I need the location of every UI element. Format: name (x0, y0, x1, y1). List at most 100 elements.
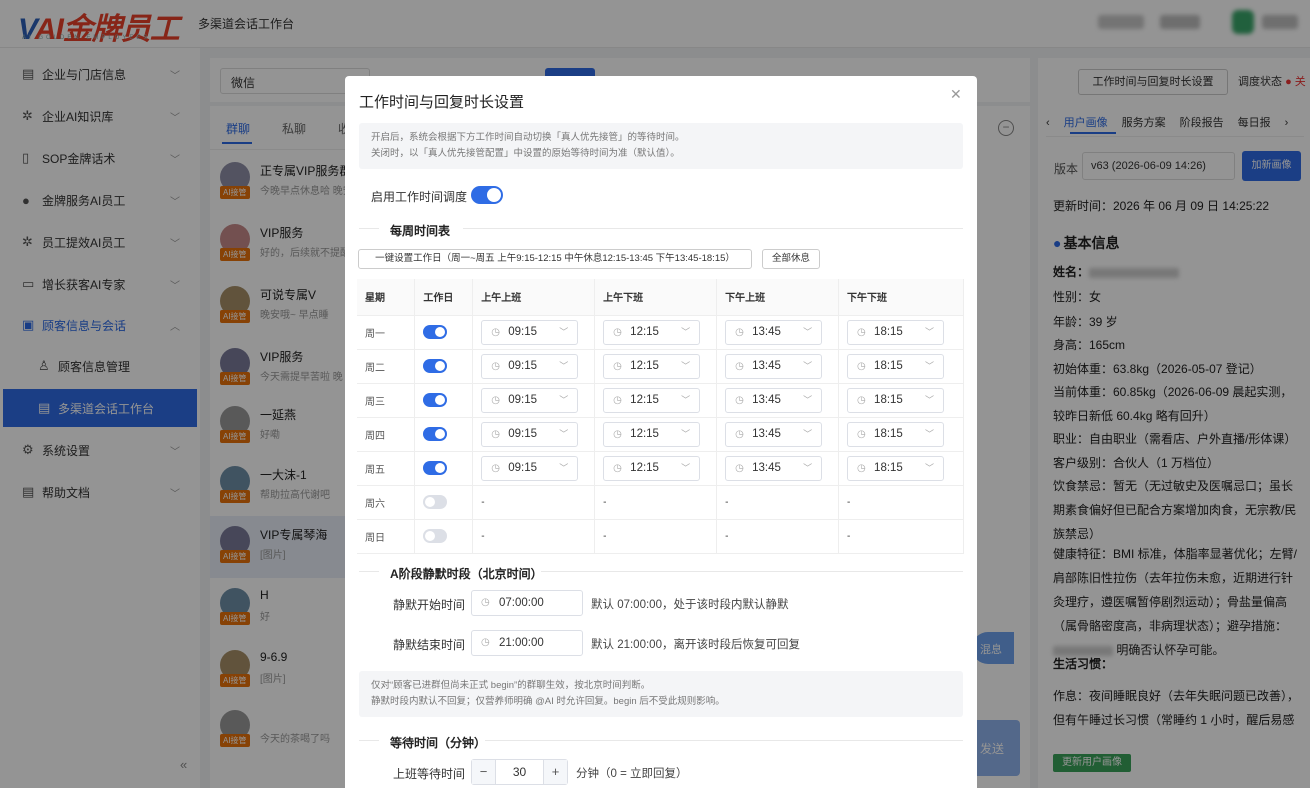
chevron-down-icon: ﹀ (559, 394, 569, 405)
workday-toggle[interactable] (423, 529, 448, 543)
col-header-day: 星期 (357, 279, 416, 316)
time-picker[interactable]: ◷ 12:15 ﹀ (603, 455, 701, 481)
clock-icon: ◷ (613, 360, 622, 372)
workday-toggle[interactable] (423, 427, 448, 441)
note-box: 仅对“顾客已进群但尚未正式 begin”的群聊生效，按北京时间判断。 静默时段内… (359, 671, 963, 717)
clock-icon: ◷ (735, 326, 744, 338)
divider (541, 571, 963, 572)
clock-icon: ◷ (491, 394, 500, 406)
workday-toggle[interactable] (423, 393, 448, 407)
time-picker[interactable]: ◷ 13:45 ﹀ (725, 455, 823, 481)
quiet-start-input[interactable]: ◷ 07:00:00 (471, 590, 583, 616)
work-wait-value[interactable]: 30 (496, 760, 543, 784)
chevron-down-icon: ﹀ (925, 326, 935, 337)
clock-icon: ◷ (491, 462, 500, 474)
time-picker[interactable]: ◷ 13:45 ﹀ (725, 353, 823, 379)
chevron-down-icon: ﹀ (803, 326, 813, 337)
table-row: 周六 - - - - (357, 485, 964, 520)
preset-workdays-button[interactable]: 一键设置工作日（周一~周五 上午9:15-12:15 中午休息12:15-13:… (358, 249, 752, 269)
workday-toggle[interactable] (423, 359, 448, 373)
clock-icon: ◷ (491, 326, 500, 338)
chevron-down-icon: ﹀ (925, 360, 935, 371)
table-row: 周三 ◷ 09:15 ﹀ ◷ 12:15 ﹀ ◷ 13:45 ﹀ ◷ 18:15 ﹀ (357, 383, 964, 418)
minus-button[interactable]: − (472, 760, 496, 784)
all-rest-button[interactable]: 全部休息 (762, 249, 820, 269)
chevron-down-icon: ﹀ (803, 428, 813, 439)
clock-icon: ◷ (491, 360, 500, 372)
table-row: 周日 - - - - (357, 519, 964, 554)
clock-icon: ◷ (735, 394, 744, 406)
enable-schedule-toggle[interactable] (471, 186, 503, 204)
clock-icon: ◷ (857, 326, 866, 338)
chevron-down-icon: ﹀ (681, 326, 691, 337)
chevron-down-icon: ﹀ (925, 394, 935, 405)
time-picker[interactable]: ◷ 18:15 ﹀ (847, 319, 945, 345)
table-header-row: 星期 工作日 上午上班 上午下班 下午上班 下午下班 (357, 279, 964, 316)
chevron-down-icon: ﹀ (803, 394, 813, 405)
clock-icon: ◷ (857, 462, 866, 474)
chevron-down-icon: ﹀ (681, 462, 691, 473)
quiet-start-hint: 默认 07:00:00，处于该时段内默认静默 (591, 599, 789, 611)
time-picker[interactable]: ◷ 09:15 ﹀ (481, 319, 579, 345)
plus-button[interactable]: + (543, 760, 567, 784)
chevron-down-icon: ﹀ (559, 462, 569, 473)
time-picker[interactable]: ◷ 13:45 ﹀ (725, 319, 823, 345)
time-picker[interactable]: ◷ 09:15 ﹀ (481, 421, 579, 447)
time-picker[interactable]: ◷ 09:15 ﹀ (481, 387, 579, 413)
chevron-down-icon: ﹀ (681, 360, 691, 371)
clock-icon: ◷ (481, 637, 490, 648)
quiet-end-input[interactable]: ◷ 21:00:00 (471, 630, 583, 656)
time-picker[interactable]: ◷ 18:15 ﹀ (847, 455, 945, 481)
col-header-pm-start: 下午上班 (716, 279, 840, 316)
clock-icon: ◷ (735, 428, 744, 440)
wait-time-title: 等待时间（分钟） (390, 736, 487, 750)
quiet-start-label: 静默开始时间 (393, 598, 466, 612)
chevron-down-icon: ﹀ (681, 394, 691, 405)
chevron-down-icon: ﹀ (803, 360, 813, 371)
clock-icon: ◷ (857, 428, 866, 440)
col-header-pm-end: 下午下班 (838, 279, 964, 316)
table-row: 周五 ◷ 09:15 ﹀ ◷ 12:15 ﹀ ◷ 13:45 ﹀ ◷ 18:15 ﹀ (357, 451, 964, 486)
chevron-down-icon: ﹀ (681, 428, 691, 439)
clock-icon: ◷ (613, 428, 622, 440)
clock-icon: ◷ (613, 462, 622, 474)
divider (359, 740, 379, 741)
time-picker[interactable]: ◷ 13:45 ﹀ (725, 387, 823, 413)
clock-icon: ◷ (481, 597, 490, 608)
clock-icon: ◷ (735, 462, 744, 474)
clock-icon: ◷ (491, 428, 500, 440)
workday-toggle[interactable] (423, 461, 448, 475)
clock-icon: ◷ (613, 394, 622, 406)
time-picker[interactable]: ◷ 12:15 ﹀ (603, 319, 701, 345)
time-picker[interactable]: ◷ 18:15 ﹀ (847, 353, 945, 379)
divider (463, 228, 963, 229)
modal-title: 工作时间与回复时长设置 (359, 94, 525, 111)
enable-schedule-label: 启用工作时间调度 (371, 190, 468, 204)
clock-icon: ◷ (857, 360, 866, 372)
time-picker[interactable]: ◷ 12:15 ﹀ (603, 421, 701, 447)
schedule-settings-modal: 工作时间与回复时长设置 ✕ 开启后，系统会根据下方工作时间自动切换「真人优先接管… (345, 76, 977, 788)
chevron-down-icon: ﹀ (559, 326, 569, 337)
time-picker[interactable]: ◷ 18:15 ﹀ (847, 421, 945, 447)
time-picker[interactable]: ◷ 12:15 ﹀ (603, 353, 701, 379)
quiet-end-hint: 默认 21:00:00，离开该时段后恢复可回复 (591, 639, 800, 651)
divider (359, 228, 379, 229)
work-wait-label: 上班等待时间 (393, 767, 466, 781)
work-wait-stepper: − 30 + (471, 759, 568, 785)
work-wait-hint: 分钟（0 = 立即回复） (576, 768, 688, 780)
weekly-schedule-table: 星期 工作日 上午上班 上午下班 下午上班 下午下班 周一 ◷ 09:15 ﹀ ◷ 1… (357, 279, 964, 554)
table-row: 周一 ◷ 09:15 ﹀ ◷ 12:15 ﹀ ◷ 13:45 ﹀ ◷ 18:15 ﹀ (357, 315, 964, 350)
close-icon[interactable]: ✕ (950, 86, 962, 103)
time-picker[interactable]: ◷ 09:15 ﹀ (481, 455, 579, 481)
col-header-am-end: 上午下班 (594, 279, 718, 316)
table-row: 周四 ◷ 09:15 ﹀ ◷ 12:15 ﹀ ◷ 13:45 ﹀ ◷ 18:15 ﹀ (357, 417, 964, 452)
workday-toggle[interactable] (423, 495, 448, 509)
workday-toggle[interactable] (423, 325, 448, 339)
weekly-schedule-title: 每周时间表 (390, 224, 451, 238)
quiet-end-label: 静默结束时间 (393, 638, 466, 652)
time-picker[interactable]: ◷ 18:15 ﹀ (847, 387, 945, 413)
time-picker[interactable]: ◷ 09:15 ﹀ (481, 353, 579, 379)
time-picker[interactable]: ◷ 13:45 ﹀ (725, 421, 823, 447)
clock-icon: ◷ (735, 360, 744, 372)
time-picker[interactable]: ◷ 12:15 ﹀ (603, 387, 701, 413)
